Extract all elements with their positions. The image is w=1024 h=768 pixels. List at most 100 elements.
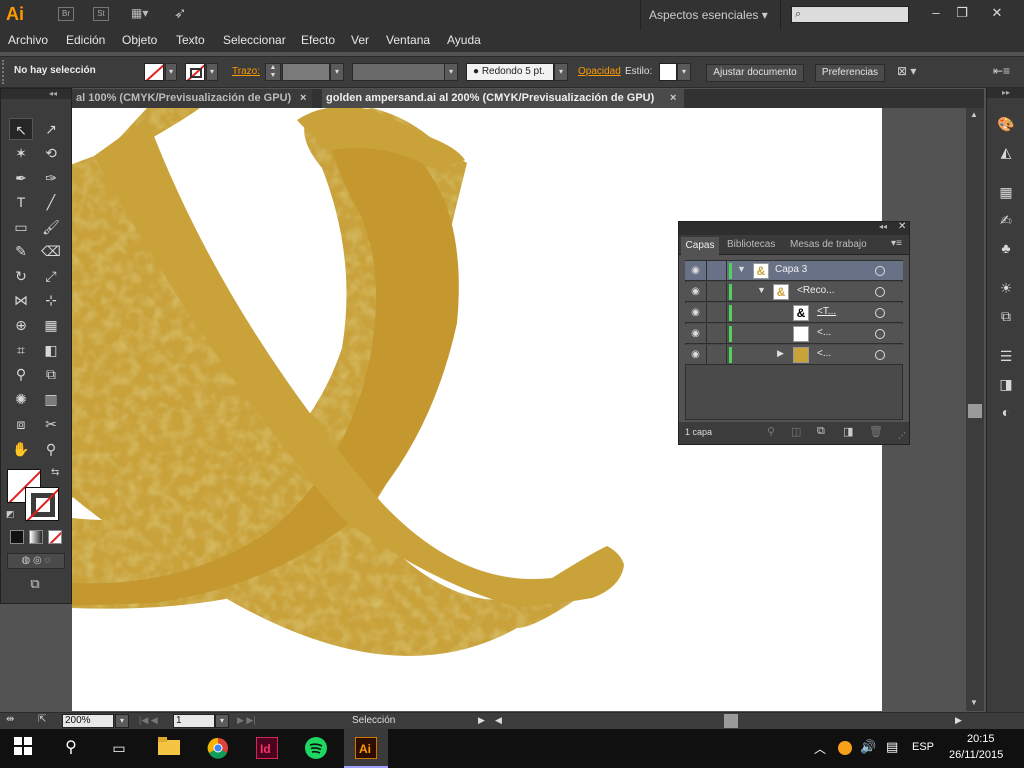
illustrator-taskbar-button[interactable]: Ai <box>344 729 388 768</box>
appearance-icon[interactable]: ☀ <box>996 278 1016 298</box>
lasso-tool-icon[interactable]: ⟲ <box>39 142 63 164</box>
swap-fill-stroke-icon[interactable]: ⇆ <box>51 467 59 478</box>
graphic-styles-icon[interactable]: ⧉ <box>996 306 1016 326</box>
search-input[interactable]: ⌕ <box>791 6 909 23</box>
color-icon[interactable]: 🎨 <box>996 114 1016 134</box>
stroke-label[interactable]: Trazo: <box>232 66 260 77</box>
draw-mode-icons[interactable]: ◍ ◎ ◌ <box>7 553 65 569</box>
lock-toggle[interactable] <box>707 345 727 365</box>
tray-app-icon[interactable] <box>838 741 852 755</box>
menu-ventana[interactable]: Ventana <box>386 33 430 47</box>
layer-name[interactable]: <Reco... <box>797 285 835 296</box>
menu-objeto[interactable]: Objeto <box>122 33 157 47</box>
color-mode-icon[interactable] <box>10 530 24 544</box>
eyedropper-tool-icon[interactable]: ⚲ <box>9 363 33 385</box>
menu-ver[interactable]: Ver <box>351 33 369 47</box>
layer-row[interactable]: ◉ & <T... <box>685 303 903 323</box>
blend-tool-icon[interactable]: ⧉ <box>39 363 63 385</box>
restore-button[interactable]: ❐ <box>947 2 977 26</box>
menu-archivo[interactable]: Archivo <box>8 33 48 47</box>
style-swatch[interactable] <box>659 63 677 81</box>
close-panel-icon[interactable]: ✕ <box>898 221 906 232</box>
swatches-icon[interactable]: ▦ <box>996 182 1016 202</box>
eye-icon[interactable]: ◉ <box>685 345 707 365</box>
share-icon[interactable]: ⇱ <box>38 714 46 725</box>
tab-capas[interactable]: Capas <box>681 237 719 255</box>
magic-wand-tool-icon[interactable]: ✶ <box>9 142 33 164</box>
fill-swatch[interactable] <box>144 63 164 81</box>
layer-row[interactable]: ◉ <... <box>685 324 903 344</box>
task-view-icon[interactable]: ▭ <box>108 737 130 759</box>
eye-icon[interactable]: ◉ <box>685 303 707 323</box>
first-artboard-icon[interactable]: |◀ ◀ <box>139 715 158 726</box>
stroke-weight-stepper[interactable]: ▲ ▼ <box>265 63 281 81</box>
panel-menu-icon[interactable]: ⇤≡ <box>993 64 1010 78</box>
symbols-icon[interactable]: ♣ <box>996 238 1016 258</box>
column-graph-tool-icon[interactable]: ▥ <box>39 388 63 410</box>
pen-tool-icon[interactable]: ✒ <box>9 167 33 189</box>
target-circle-icon[interactable] <box>875 266 885 276</box>
clock-time[interactable]: 20:15 <box>967 733 995 745</box>
file-explorer-icon[interactable] <box>158 737 180 759</box>
variable-width-arrow[interactable]: ▾ <box>444 63 458 81</box>
brush-definition[interactable]: ● Redondo 5 pt. <box>466 63 554 81</box>
mesh-tool-icon[interactable]: ⌗ <box>9 339 33 361</box>
color-guide-icon[interactable]: ◭ <box>996 142 1016 162</box>
language-indicator[interactable]: ESP <box>912 741 934 753</box>
volume-icon[interactable]: 🔊 <box>860 739 876 755</box>
stock-button[interactable]: St <box>93 7 109 21</box>
gradient-tool-icon[interactable]: ◧ <box>39 339 63 361</box>
selection-tool-icon[interactable]: ↖ <box>9 118 33 140</box>
lock-toggle[interactable] <box>707 303 727 323</box>
tab-document-2[interactable]: golden ampersand.ai al 200% (CMYK/Previs… <box>322 89 684 108</box>
layer-name[interactable]: <... <box>817 327 831 338</box>
layer-name[interactable]: <... <box>817 348 831 359</box>
transparency-icon[interactable]: ◐ <box>996 402 1016 422</box>
target-circle-icon[interactable] <box>875 350 885 360</box>
rectangle-tool-icon[interactable]: ▭ <box>9 216 33 238</box>
brushes-icon[interactable]: ✍ <box>996 210 1016 230</box>
type-tool-icon[interactable]: T <box>9 191 33 213</box>
stroke-weight-input[interactable] <box>282 63 330 81</box>
style-dropdown[interactable]: ▾ <box>677 63 691 81</box>
indesign-icon[interactable]: Id <box>255 736 279 760</box>
screen-mode-icon[interactable]: ⧉ <box>23 576 47 594</box>
vertical-scrollbar[interactable]: ▲ ▼ <box>966 108 984 711</box>
menu-efecto[interactable]: Efecto <box>301 33 335 47</box>
zoom-tool-icon[interactable]: ⚲ <box>39 438 63 460</box>
stroke-weight-dropdown[interactable]: ▾ <box>330 63 344 81</box>
make-clipping-mask-icon[interactable]: ◫ <box>791 425 801 438</box>
variable-width-dropdown[interactable] <box>352 63 445 81</box>
stroke-panel-icon[interactable]: ☰ <box>996 346 1016 366</box>
layers-panel-header[interactable]: ◂◂ ✕ <box>679 221 909 235</box>
layer-name[interactable]: Capa 3 <box>775 264 807 275</box>
layer-name[interactable]: <T... <box>817 306 836 317</box>
eye-icon[interactable]: ◉ <box>685 261 707 281</box>
width-tool-icon[interactable]: ⋈ <box>9 289 33 311</box>
layer-row[interactable]: ◉ ▶ <... <box>685 345 903 365</box>
rotate-tool-icon[interactable]: ↻ <box>9 265 33 287</box>
shape-builder-tool-icon[interactable]: ⊕ <box>9 314 33 336</box>
close-icon[interactable]: × <box>300 89 306 107</box>
artboard-dropdown[interactable]: ▾ <box>215 714 229 728</box>
opacity-label[interactable]: Opacidad <box>578 66 621 77</box>
hand-tool-icon[interactable]: ✋ <box>9 438 33 460</box>
zoom-input[interactable]: 200% <box>62 714 114 728</box>
scroll-down-icon[interactable]: ▼ <box>970 698 978 707</box>
scale-tool-icon[interactable]: ⤢ <box>39 265 63 287</box>
tab-bibliotecas[interactable]: Bibliotecas <box>727 239 775 250</box>
scroll-up-icon[interactable]: ▲ <box>970 110 978 119</box>
brush-dropdown[interactable]: ▾ <box>554 63 568 81</box>
zoom-dropdown[interactable]: ▾ <box>115 714 129 728</box>
target-circle-icon[interactable] <box>875 329 885 339</box>
shaper-tool-icon[interactable]: ✎ <box>9 240 33 262</box>
dock-header[interactable]: ▸▸ <box>987 88 1024 98</box>
expand-triangle-icon[interactable]: ▼ <box>757 285 766 295</box>
new-sublayer-icon[interactable]: ⧉ <box>817 425 825 438</box>
collapse-panel-icon[interactable]: ◂◂ <box>879 222 887 231</box>
next-artboard-icon[interactable]: ▶ ▶| <box>237 715 256 726</box>
curvature-tool-icon[interactable]: ✑ <box>39 167 63 189</box>
tab-document-1[interactable]: al 100% (CMYK/Previsualización de GPU) × <box>72 89 312 108</box>
eraser-tool-icon[interactable]: ⌫ <box>39 240 63 262</box>
symbol-sprayer-tool-icon[interactable]: ✺ <box>9 388 33 410</box>
